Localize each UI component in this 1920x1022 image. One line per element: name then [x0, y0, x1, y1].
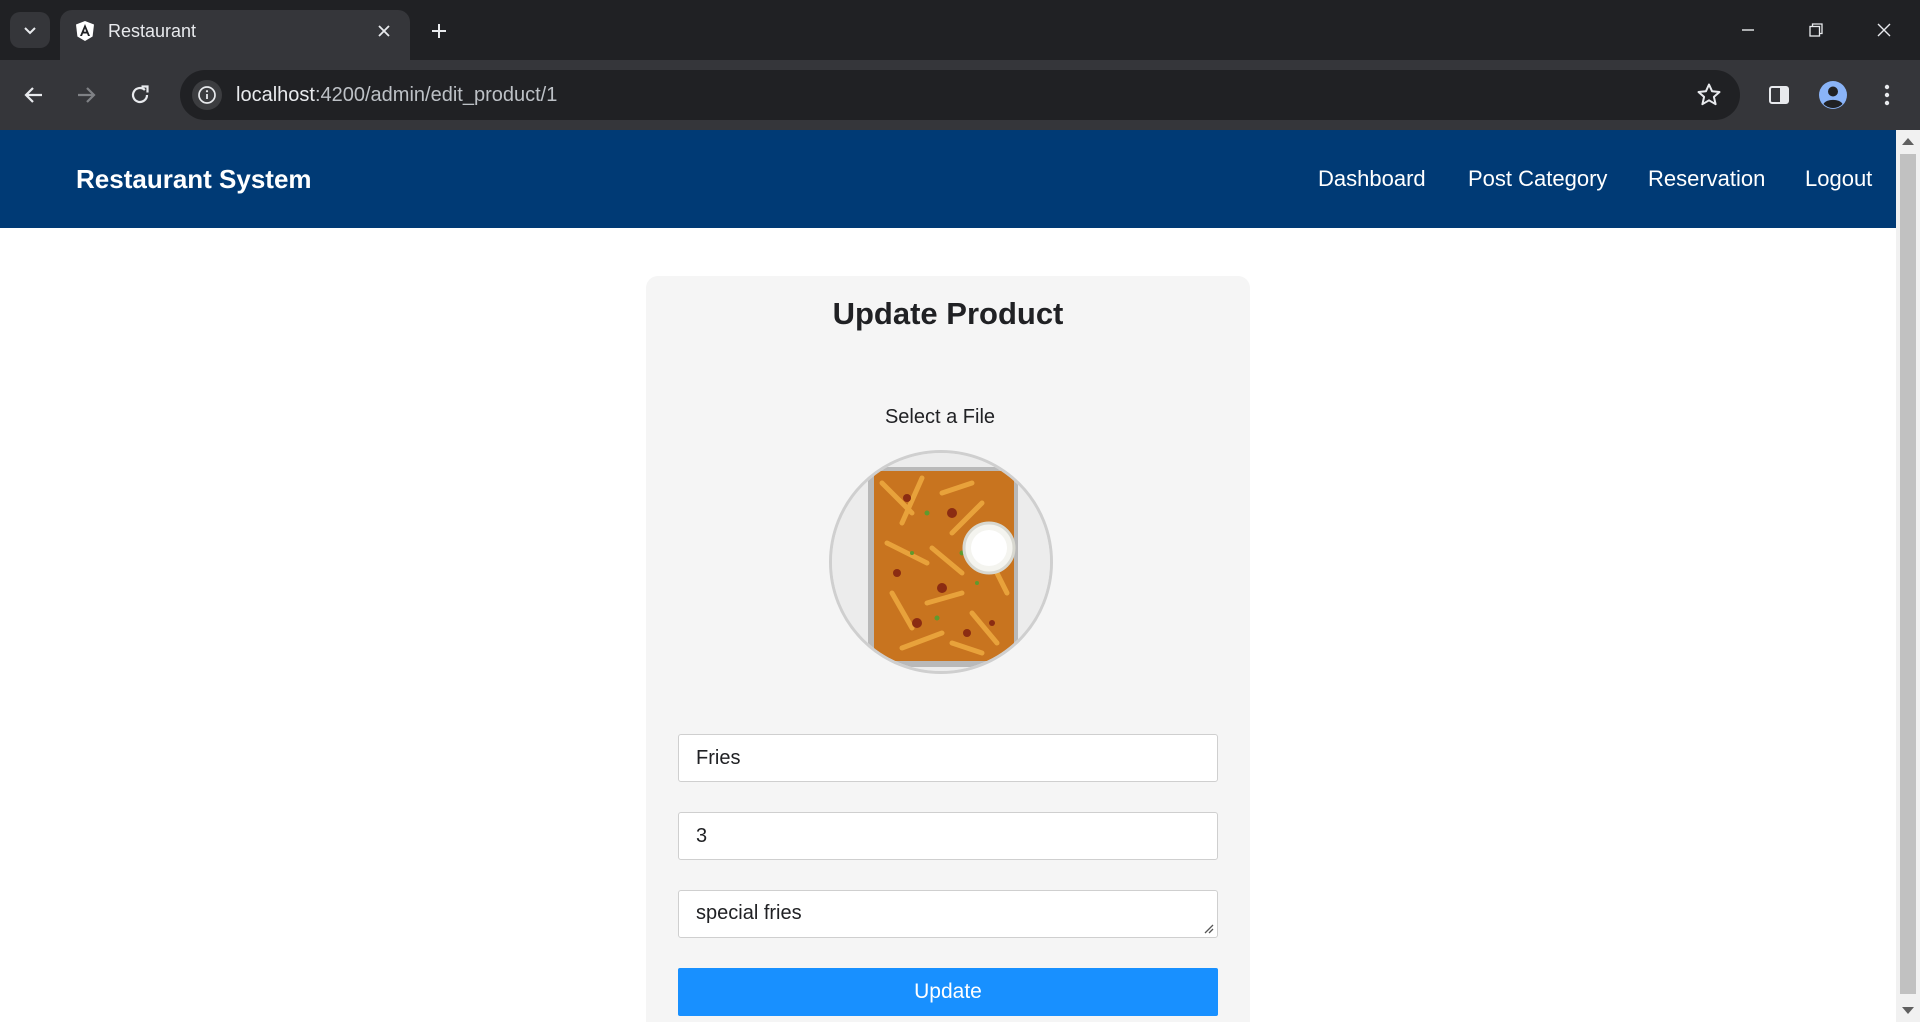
plus-icon	[432, 24, 446, 38]
url-host: localhost	[236, 84, 315, 106]
url-path: :4200/admin/edit_product/1	[314, 84, 558, 106]
side-panel-button[interactable]	[1762, 78, 1796, 112]
url-text: localhost:4200/admin/edit_product/1	[236, 84, 557, 107]
profile-button[interactable]	[1816, 78, 1850, 112]
browser-tab[interactable]: Restaurant	[60, 10, 410, 60]
select-file-label[interactable]: Select a File	[646, 406, 1234, 429]
chevron-down-icon	[24, 27, 36, 35]
page-title: Update Product	[832, 296, 1064, 331]
browser-toolbar: localhost:4200/admin/edit_product/1	[0, 60, 1920, 130]
product-price-input[interactable]	[678, 812, 1218, 860]
reload-button[interactable]	[122, 77, 158, 113]
app-header: Restaurant System Dashboard Post Categor…	[0, 130, 1896, 228]
restore-icon	[1809, 23, 1823, 37]
avatar-icon	[1819, 81, 1847, 109]
nav-post-category[interactable]: Post Category	[1468, 166, 1607, 192]
nav-logout[interactable]: Logout	[1805, 166, 1872, 192]
tab-search-button[interactable]	[10, 12, 50, 48]
scroll-up-arrow-icon[interactable]	[1902, 138, 1914, 145]
close-icon	[378, 25, 390, 37]
window-close-button[interactable]	[1864, 12, 1904, 48]
restore-button[interactable]	[1796, 12, 1836, 48]
product-name-input[interactable]	[678, 734, 1218, 782]
update-button[interactable]: Update	[678, 968, 1218, 1016]
site-info-button[interactable]	[192, 80, 222, 110]
reload-icon	[131, 85, 149, 104]
tab-title: Restaurant	[108, 21, 197, 41]
minimize-button[interactable]	[1728, 12, 1768, 48]
page-viewport: Restaurant System Dashboard Post Categor…	[0, 130, 1896, 1022]
brand-title[interactable]: Restaurant System	[76, 164, 312, 195]
product-description-input[interactable]: special fries	[679, 891, 1217, 937]
back-button[interactable]	[16, 77, 52, 113]
tab-close-button[interactable]	[372, 19, 396, 43]
browser-menu-button[interactable]	[1870, 78, 1904, 112]
resize-handle-icon[interactable]	[1202, 922, 1214, 934]
info-icon	[198, 86, 216, 104]
more-vertical-icon	[1884, 84, 1890, 106]
minimize-icon	[1742, 29, 1754, 31]
side-panel-icon	[1769, 86, 1789, 104]
product-description-field[interactable]: special fries	[678, 890, 1218, 938]
arrow-left-icon	[24, 87, 42, 103]
nav-reservation[interactable]: Reservation	[1648, 166, 1765, 192]
bookmark-star-icon[interactable]	[1696, 82, 1722, 108]
nav-dashboard[interactable]: Dashboard	[1318, 166, 1426, 192]
page-scrollbar[interactable]	[1896, 130, 1920, 1022]
address-bar[interactable]: localhost:4200/admin/edit_product/1	[180, 70, 1740, 120]
scroll-down-arrow-icon[interactable]	[1902, 1007, 1914, 1014]
product-image-preview[interactable]	[829, 450, 1053, 674]
new-tab-button[interactable]	[424, 16, 454, 46]
browser-tab-bar: Restaurant	[0, 0, 1920, 60]
angular-logo-icon	[76, 21, 94, 41]
forward-button[interactable]	[68, 77, 104, 113]
arrow-right-icon	[78, 87, 96, 103]
scroll-thumb[interactable]	[1900, 154, 1916, 994]
close-icon	[1877, 23, 1891, 37]
fries-image	[832, 453, 1050, 671]
